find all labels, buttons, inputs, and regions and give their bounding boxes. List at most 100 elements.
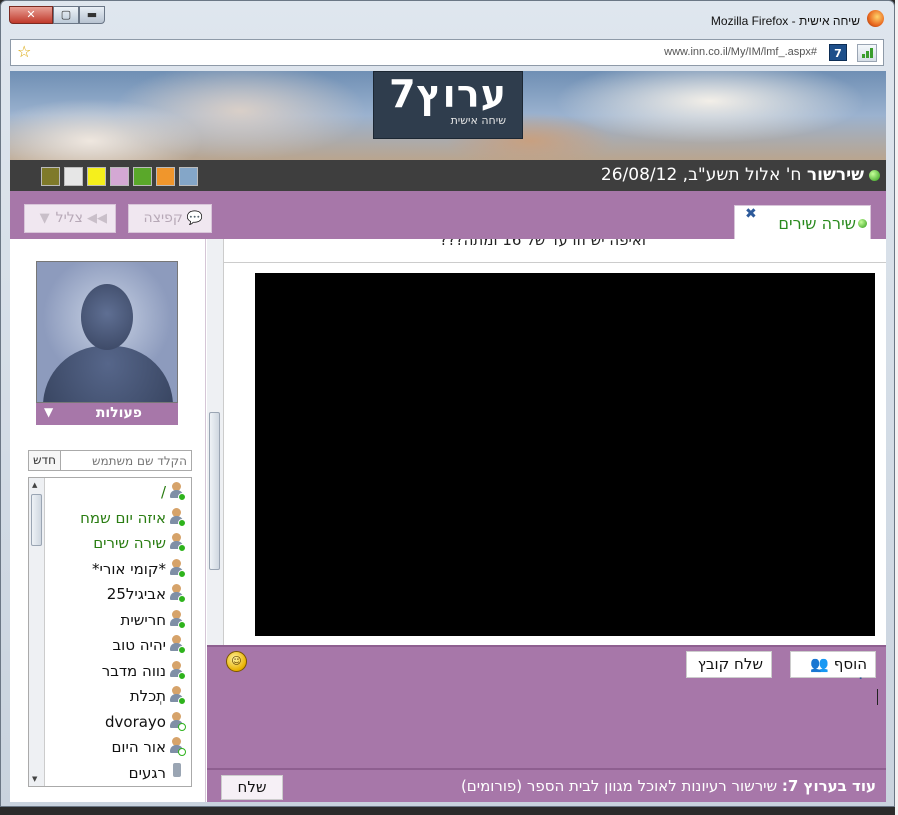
presence-dot-icon [178,646,186,654]
jump-label: קפיצה [143,210,183,226]
presence-dot-icon [178,595,186,603]
tab-online-icon [858,219,867,228]
user-status-icon [169,686,186,705]
presence-dot-icon [178,620,186,629]
theme-color-swatch[interactable] [64,167,83,186]
user-search-input[interactable] [61,451,191,470]
tab-close-icon[interactable]: ✖ [745,206,757,222]
window-title: Mozilla Firefox - שיחה אישית [710,14,860,28]
contact-item[interactable]: dvorayo [105,711,186,736]
contact-name: אור היום [111,738,166,756]
user-status-icon [169,482,186,501]
address-bar[interactable]: ☆ www.inn.co.il/My/IM/lmf_.aspx# 7 [10,39,884,66]
contact-item[interactable]: איזה יום שמח [80,507,186,532]
bookmark-star-icon[interactable]: ☆ [17,42,31,61]
contact-item[interactable]: נווה מדבר [102,660,186,685]
presence-dot-icon [178,671,186,680]
contact-item[interactable]: תְכלת [129,686,186,710]
presence-dot-icon [178,493,186,501]
text-cursor [877,689,878,705]
hebrew-date: ח' אלול תשע"ב, 26/08/12 [600,165,807,185]
contact-item[interactable]: אור היום [111,737,186,761]
smiley-icon[interactable]: ☺ [226,651,247,672]
message-input-area [207,679,886,768]
site-logo: ערוץ7 שיחה אישית [373,71,523,139]
user-status-icon [169,609,186,629]
theme-color-swatch[interactable] [41,167,60,186]
tab-chat-partner[interactable]: שירה שירים ✖ [734,205,871,239]
user-status-icon [169,558,186,578]
browser-window: ✕ ▢ ▬ Mozilla Firefox - שיחה אישית ☆ www… [0,0,895,807]
buzz-button[interactable]: ◀◀ צליל ▼ [24,204,116,233]
buzz-label: צליל [55,210,83,226]
scroll-down-icon[interactable]: ▼ [32,775,37,783]
user-status-icon [169,635,186,654]
contact-name: שירה שירים [93,534,166,552]
user-search-box: חדש [28,450,192,471]
avatar [36,261,178,403]
tab-label: שירה שירים [778,214,856,233]
contact-item[interactable]: יהיה טוב [112,635,186,659]
contact-item[interactable]: *קומי אורי* [92,558,186,583]
new-chat-button[interactable]: חדש [29,451,61,470]
scroll-thumb[interactable] [31,494,42,546]
contact-name: תְכלת [129,687,166,705]
left-sidebar: פעולות ▼ חדש ▲ ▼ / איזה יום שמח שירה שירים… [10,239,206,802]
contact-name: אביגיל25 [106,585,166,603]
actions-label: פעולות [95,405,142,421]
chat-scroll-thumb[interactable] [209,412,220,570]
theme-color-swatch[interactable] [133,167,152,186]
presence-dot-icon [178,569,186,578]
user-status-icon [169,711,186,731]
sound-icon: ◀◀ [87,211,107,226]
window-controls: ✕ ▢ ▬ [9,6,105,24]
url-text[interactable]: www.inn.co.il/My/IM/lmf_.aspx# [664,46,817,58]
contact-item[interactable]: רגעים [128,762,185,787]
news-text: שירשור רעיונות לאוכל מגוון לבית הספר (פו… [460,777,782,795]
chevron-down-icon: ▼ [39,211,50,226]
contact-list-scrollbar[interactable]: ▲ ▼ [29,478,45,786]
add-user-button[interactable]: הוסף 👥+ [790,651,876,691]
contact-item[interactable]: חרישית [120,609,186,634]
send-button[interactable]: שלח [221,775,283,800]
contact-name: *קומי אורי* [92,559,166,578]
bottom-bar: שלח עוד בערוץ 7: שירשור רעיונות לאוכל מג… [207,768,886,802]
presence-dot-icon [178,544,186,552]
message-input[interactable] [207,679,886,768]
contact-name: חרישית [120,610,166,629]
speech-bubble-icon: 💬 [186,211,203,226]
compose-toolbar: ☺ הוסף 👥+ שלח קובץ [207,645,886,691]
status-date-bar: שירשור ח' אלול תשע"ב, 26/08/12 [10,160,886,191]
window-restore-button[interactable]: ▢ [53,6,79,24]
embedded-video[interactable] [255,273,875,636]
contact-item[interactable]: שירה שירים [93,533,186,557]
theme-color-swatch[interactable] [179,167,198,186]
window-minimize-button[interactable]: ▬ [79,6,105,24]
presence-dot-icon [178,748,186,756]
theme-color-swatch[interactable] [110,167,129,186]
theme-color-swatch[interactable] [156,167,175,186]
site-identity-icon[interactable]: 7 [829,44,847,61]
contact-list: ▲ ▼ / איזה יום שמח שירה שירים *קומי אורי* אב… [28,477,192,787]
chat-message-row: ואיפה יש וזו עד של 16 ומתה??? [224,239,886,263]
theme-color-swatch[interactable] [87,167,106,186]
contact-item[interactable]: / [161,482,186,506]
user-status-icon [169,533,186,552]
send-file-button[interactable]: שלח קובץ [686,651,772,678]
signal-bars-icon [857,44,877,62]
logo-title: ערוץ7 [389,72,507,116]
news-ticker-link[interactable]: עוד בערוץ 7: שירשור רעיונות לאוכל מגוון … [461,777,876,795]
window-close-button[interactable]: ✕ [9,6,53,24]
scroll-up-icon[interactable]: ▲ [32,481,37,489]
presence-dot-icon [178,722,186,731]
current-user: שירשור [806,165,864,185]
logo-subtitle: שיחה אישית [450,114,506,127]
user-status-icon [169,584,186,603]
contact-name: רגעים [128,763,166,782]
chat-scrollbar[interactable] [207,239,224,645]
firefox-logo-icon [867,10,884,27]
actions-menu-button[interactable]: פעולות ▼ [36,403,178,425]
jump-button[interactable]: 💬קפיצה [128,204,212,233]
contact-item[interactable]: אביגיל25 [106,584,186,608]
presence-dot-icon [178,697,186,705]
